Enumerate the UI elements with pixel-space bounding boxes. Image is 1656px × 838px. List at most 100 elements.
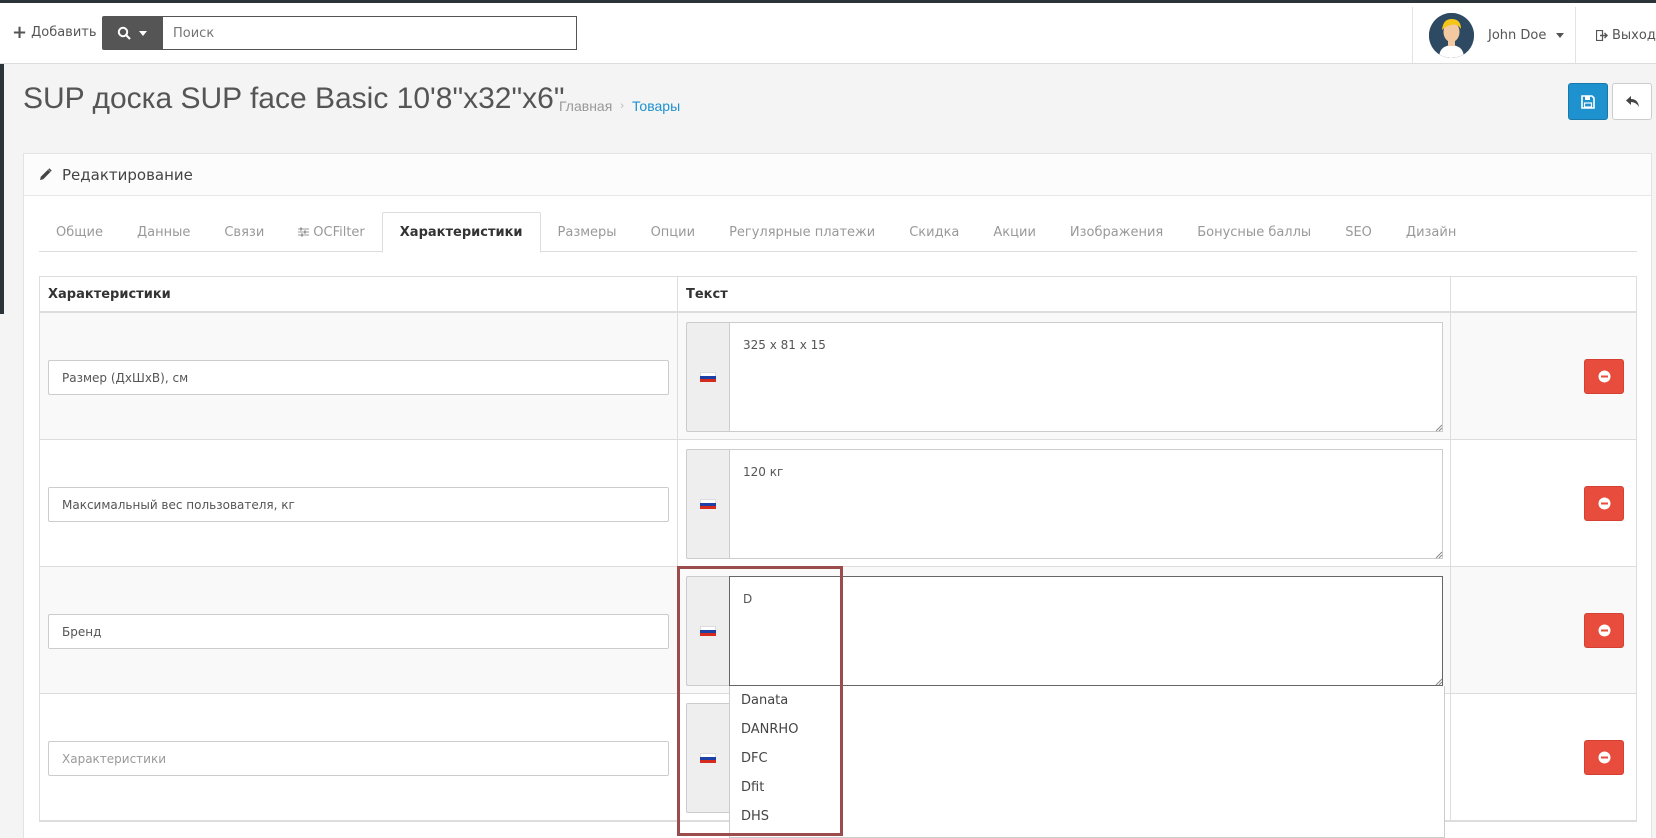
tab-options[interactable]: Опции (634, 212, 712, 252)
minus-circle-icon (1598, 370, 1610, 383)
breadcrumb-home[interactable]: Главная (559, 98, 612, 114)
action-cell (1451, 567, 1636, 693)
table-row: 325 х 81 х 15 (40, 313, 1636, 440)
tab-label: SEO (1345, 224, 1372, 240)
text-cell: D (678, 567, 1451, 693)
language-flag (686, 576, 729, 686)
russia-flag-icon (700, 371, 716, 383)
sidebar-edge (0, 64, 4, 314)
breadcrumb-current[interactable]: Товары (632, 98, 680, 114)
logout-label: Выход (1612, 28, 1656, 43)
attribute-cell (40, 694, 678, 820)
tab-data[interactable]: Данные (120, 212, 207, 252)
language-flag (686, 449, 729, 559)
save-button[interactable] (1568, 83, 1608, 120)
autocomplete-option[interactable]: DFC (730, 744, 1444, 773)
autocomplete-option[interactable]: Dfit (730, 773, 1444, 802)
add-button[interactable]: + Добавить (12, 21, 97, 43)
action-cell (1451, 694, 1636, 820)
tab-reward-points[interactable]: Бонусные баллы (1180, 212, 1328, 252)
resize-grip-icon[interactable] (1435, 551, 1443, 559)
tab-label: Данные (136, 224, 191, 240)
action-cell (1451, 313, 1636, 439)
back-button[interactable] (1612, 83, 1652, 120)
page-title: SUP доска SUP face Basic 10'8"x32"x6" (23, 82, 565, 115)
tab-recurring[interactable]: Регулярные платежи (712, 212, 892, 252)
action-cell (1451, 440, 1636, 566)
tab-label: Акции (993, 224, 1036, 240)
remove-attribute-button[interactable] (1584, 359, 1624, 394)
tab-label: Дизайн (1405, 224, 1457, 240)
sign-out-icon (1596, 30, 1608, 41)
attribute-text-input[interactable]: 120 кг (729, 449, 1443, 559)
tab-images[interactable]: Изображения (1053, 212, 1180, 252)
tab-label: Опции (650, 224, 696, 240)
resize-grip-icon[interactable] (1435, 678, 1443, 686)
table-row: 120 кг (40, 440, 1636, 567)
attribute-name-input[interactable] (48, 487, 669, 522)
top-header: + Добавить John Doe Выход (0, 0, 1656, 64)
minus-circle-icon (1598, 497, 1610, 510)
logout-button[interactable]: Выход (1596, 28, 1656, 43)
breadcrumb: Главная › Товары (559, 98, 680, 114)
search-dropdown-button[interactable] (102, 16, 162, 50)
header-divider (1575, 7, 1576, 63)
attribute-cell (40, 313, 678, 439)
attribute-text-input[interactable]: 325 х 81 х 15 (729, 322, 1443, 432)
tab-attributes[interactable]: Характеристики (381, 212, 541, 253)
add-label: Добавить (31, 25, 97, 40)
minus-circle-icon (1598, 751, 1610, 764)
attribute-name-input[interactable] (48, 360, 669, 395)
attribute-name-input[interactable] (48, 741, 669, 776)
autocomplete-option[interactable]: Danata (730, 686, 1444, 715)
panel-title: Редактирование (62, 165, 193, 184)
attribute-text-input[interactable]: D (729, 576, 1443, 686)
tab-label: Бонусные баллы (1197, 224, 1312, 240)
tab-sizes[interactable]: Размеры (541, 212, 634, 252)
remove-attribute-button[interactable] (1584, 740, 1624, 775)
user-menu[interactable]: John Doe (1488, 28, 1565, 43)
column-header-action (1451, 277, 1636, 311)
resize-grip-icon[interactable] (1435, 424, 1443, 432)
pencil-icon (40, 168, 52, 180)
text-cell: 120 кг (678, 440, 1451, 566)
breadcrumb-separator: › (620, 100, 624, 112)
tab-general[interactable]: Общие (39, 212, 120, 252)
attribute-name-input[interactable] (48, 614, 669, 649)
autocomplete-option[interactable]: DANRHO (730, 715, 1444, 744)
russia-flag-icon (700, 625, 716, 637)
tab-design[interactable]: Дизайн (1389, 212, 1473, 252)
minus-circle-icon (1598, 624, 1610, 637)
tab-special[interactable]: Акции (976, 212, 1053, 252)
tab-label: Общие (56, 224, 103, 240)
header-divider (1412, 7, 1413, 63)
plus-icon: + (12, 21, 28, 43)
panel-heading: Редактирование (24, 154, 1651, 196)
language-flag (686, 322, 729, 432)
attribute-cell (40, 440, 678, 566)
reply-icon (1625, 96, 1639, 107)
search-input[interactable] (162, 16, 577, 50)
tab-links[interactable]: Связи (207, 212, 281, 252)
table-row: D (40, 567, 1636, 694)
tab-label: Связи (224, 224, 265, 240)
tab-ocfilter[interactable]: OCFilter (281, 212, 382, 252)
tab-discount[interactable]: Скидка (892, 212, 976, 252)
chevron-down-icon (139, 30, 147, 36)
russia-flag-icon (700, 752, 716, 764)
tab-label: OCFilter (313, 224, 365, 240)
attribute-cell (40, 567, 678, 693)
autocomplete-option[interactable]: DHS (730, 802, 1444, 831)
chevron-down-icon (1556, 33, 1565, 38)
avatar[interactable] (1429, 13, 1474, 58)
search-icon (117, 26, 131, 40)
tab-label: Размеры (557, 224, 617, 240)
table-header: Характеристики Текст (40, 277, 1636, 313)
tab-bar: Общие Данные Связи OCFilter Характеристи… (39, 212, 1637, 253)
autocomplete-dropdown: Danata DANRHO DFC Dfit DHS (729, 686, 1445, 838)
tab-seo[interactable]: SEO (1328, 212, 1389, 252)
remove-attribute-button[interactable] (1584, 486, 1624, 521)
tab-label: Регулярные платежи (729, 224, 876, 240)
remove-attribute-button[interactable] (1584, 613, 1624, 648)
save-icon (1581, 94, 1595, 109)
